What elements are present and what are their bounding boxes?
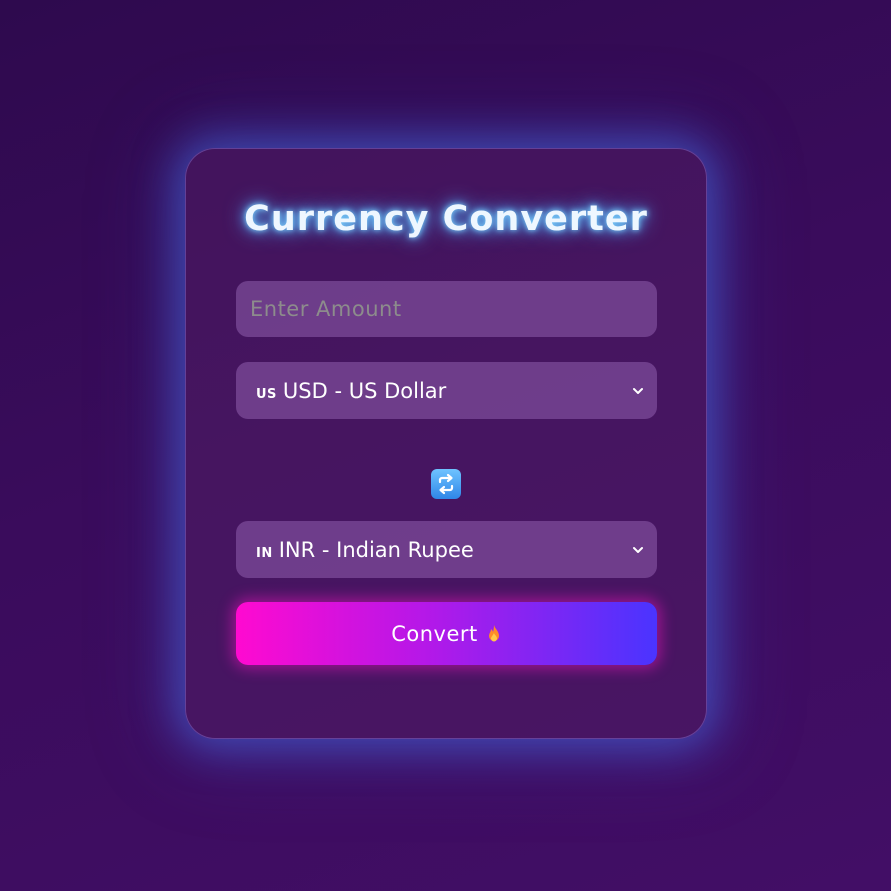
convert-button[interactable]: Convert [236, 602, 657, 665]
to-currency-select[interactable]: IN INR - Indian Rupee [236, 521, 657, 578]
swap-icon[interactable] [431, 469, 461, 499]
in-flag-icon: IN [256, 545, 273, 561]
to-currency-value: IN INR - Indian Rupee [256, 538, 474, 562]
from-currency-select[interactable]: US USD - US Dollar [236, 362, 657, 419]
amount-placeholder: Enter Amount [250, 297, 402, 321]
from-currency-label: USD - US Dollar [282, 378, 447, 403]
app-title: Currency Converter [244, 199, 648, 239]
swap-arrows-icon [438, 473, 454, 495]
amount-input[interactable]: Enter Amount [236, 281, 657, 337]
to-currency-label: INR - Indian Rupee [278, 537, 474, 562]
chevron-down-icon [633, 387, 643, 394]
chevron-down-icon [633, 546, 643, 553]
from-currency-value: US USD - US Dollar [256, 379, 446, 403]
fire-icon [488, 624, 499, 641]
us-flag-icon: US [256, 386, 277, 402]
convert-label: Convert [391, 621, 478, 646]
converter-card: Currency Converter Enter Amount US USD -… [185, 148, 707, 739]
